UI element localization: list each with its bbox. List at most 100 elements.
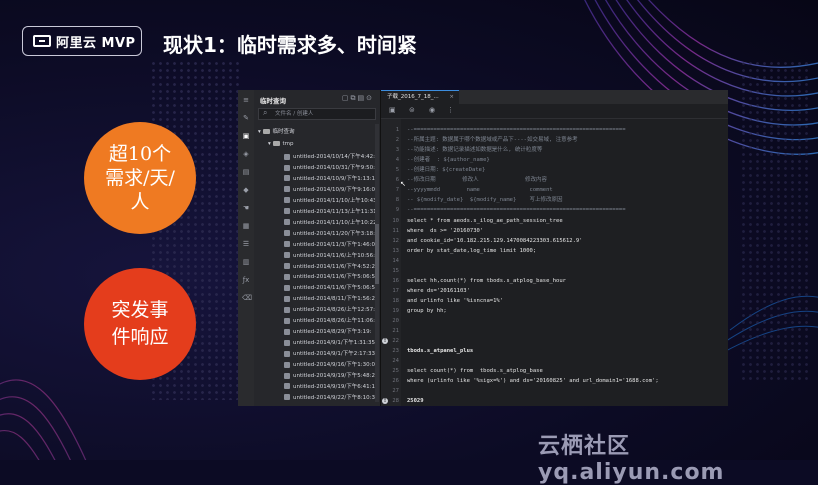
lock-icon[interactable]: ⊜ bbox=[409, 106, 415, 114]
sql-file-icon bbox=[284, 328, 290, 335]
grid-icon[interactable]: ▦ bbox=[242, 222, 250, 230]
resource-icon[interactable]: ◆ bbox=[242, 186, 250, 194]
code-line: --创建者 : ${author_name} bbox=[407, 157, 490, 164]
file-name: untitled-2014/11/6/下午5:06:5 bbox=[293, 274, 375, 281]
function-icon[interactable]: ƒx bbox=[242, 276, 250, 284]
sql-file-icon bbox=[284, 284, 290, 291]
panel-actions[interactable]: ▢⧉▤⊙ bbox=[342, 94, 374, 103]
scrollbar-thumb[interactable] bbox=[375, 224, 379, 284]
tree-file-item[interactable]: untitled-2014/11/6/下午5:06:5 bbox=[284, 273, 375, 281]
line-number: 26 bbox=[392, 378, 399, 385]
tree-file-item[interactable]: untitled-2014/10/9/下午1:13:1! bbox=[284, 175, 377, 183]
sql-file-icon bbox=[284, 230, 290, 237]
tree-file-item[interactable]: untitled-2014/10/31/下午9:50: bbox=[284, 164, 375, 172]
tree-file-item[interactable]: untitled-2014/11/10/上午10:43 bbox=[284, 197, 377, 205]
file-name: untitled-2014/11/6/下午5:06:5 bbox=[293, 285, 375, 292]
code-line: order by stat_date,log_time limit 1000; bbox=[407, 247, 537, 254]
tree-file-item[interactable]: untitled-2014/9/1/下午2:17:33 bbox=[284, 350, 375, 358]
tree-folder-label: tmp bbox=[282, 141, 294, 147]
editor-tab-bar: 子载_2016_7_18_... × bbox=[381, 90, 728, 104]
tree-scrollbar[interactable] bbox=[375, 124, 379, 402]
code-line: -- ${modify_date} ${modify_name} 写上修改原因 bbox=[407, 197, 563, 204]
bubble-line: 超10个 bbox=[108, 143, 172, 165]
menu-icon[interactable]: ≡ bbox=[242, 96, 250, 104]
table-icon[interactable]: ▤ bbox=[242, 168, 250, 176]
code-line: --yyyymmdd name comment bbox=[407, 187, 553, 194]
tree-file-item[interactable]: untitled-2014/8/29/下午3:19: bbox=[284, 328, 371, 336]
aliyun-logo-icon bbox=[33, 35, 51, 47]
line-number: 13 bbox=[392, 247, 399, 254]
file-search-input[interactable]: 文件名 / 创建人 bbox=[258, 108, 376, 120]
folder-icon bbox=[272, 141, 280, 146]
sql-file-icon bbox=[284, 273, 290, 280]
sql-file-icon bbox=[284, 208, 290, 215]
code-line: --创建日期: ${createDate} bbox=[407, 167, 486, 174]
ide-screenshot: ≡ ✎ ▣ ◈ ▤ ◆ ☚ ▦ ☰ ▥ ƒx ⌫ 临时查询 ▢⧉▤⊙ 文件名 /… bbox=[238, 90, 728, 406]
sql-file-icon bbox=[284, 186, 290, 193]
tree-file-item[interactable]: untitled-2014/9/19/下午6:41:1 bbox=[284, 383, 375, 391]
tab-active-script[interactable]: 子载_2016_7_18_... × bbox=[381, 90, 459, 104]
file-name: untitled-2014/11/10/上午10:43 bbox=[293, 197, 377, 204]
tree-file-item[interactable]: untitled-2014/11/6/下午5:06:5 bbox=[284, 284, 375, 292]
list-icon[interactable]: ☰ bbox=[242, 240, 250, 248]
package-icon[interactable]: ◈ bbox=[242, 150, 250, 158]
line-number: 27 bbox=[392, 388, 399, 395]
tree-file-item[interactable]: untitled-2014/10/9/下午9:16:0 bbox=[284, 186, 375, 194]
code-editor[interactable]: 1 --=====================================… bbox=[381, 119, 728, 406]
tree-file-item[interactable]: untitled-2014/11/20/下午3:18: bbox=[284, 230, 375, 238]
file-name: untitled-2014/11/6/上午10:56: bbox=[293, 252, 375, 259]
file-name: untitled-2014/9/19/下午5:48:2 bbox=[293, 373, 375, 379]
bubble-many-requests: 超10个 需求/天/ 人 bbox=[84, 122, 196, 234]
code-line: --修改日期 修改人 修改内容 bbox=[407, 177, 547, 184]
tree-file-item[interactable]: untitled-2014/11/6/下午4:52:2 bbox=[284, 263, 375, 271]
tree-file-item[interactable]: untitled-2014/9/19/下午5:48:2 bbox=[284, 372, 375, 380]
tree-file-item[interactable]: untitled-2014/8/26/上午12:57: bbox=[284, 306, 375, 314]
line-number: 18 bbox=[392, 297, 399, 304]
sql-file-icon bbox=[284, 241, 290, 248]
query-icon[interactable]: ✎ bbox=[242, 114, 250, 122]
line-number: 10 bbox=[392, 217, 399, 224]
sql-file-icon bbox=[284, 317, 290, 324]
tree-file-item[interactable]: untitled-2014/9/22/下午8:10:3 bbox=[284, 394, 375, 402]
sql-file-icon bbox=[284, 153, 290, 160]
save-icon[interactable]: ▣ bbox=[389, 106, 396, 114]
sql-file-icon bbox=[284, 252, 290, 259]
tree-root[interactable]: ▾ 临时查询 bbox=[258, 128, 295, 136]
code-line: and cookie_id='10.182.215.129.1470084223… bbox=[407, 237, 583, 244]
tree-file-item[interactable]: untitled-2014/11/6/上午10:56: bbox=[284, 252, 375, 260]
tree-file-item[interactable]: untitled-2014/11/13/上午11:31: bbox=[284, 208, 378, 216]
code-line: select count(*) from tbods.s_atplog_base bbox=[407, 368, 543, 375]
bubble-line: 突发事 bbox=[111, 299, 169, 321]
sql-file-icon bbox=[284, 361, 290, 368]
line-number: 19 bbox=[392, 307, 399, 314]
line-number: 12 bbox=[392, 237, 399, 244]
sql-file-icon bbox=[284, 175, 290, 182]
file-tree-panel: 临时查询 ▢⧉▤⊙ 文件名 / 创建人 ▾ 临时查询 ▾ tmp untitled-… bbox=[254, 90, 381, 406]
activity-rail: ≡ ✎ ▣ ◈ ▤ ◆ ☚ ▦ ☰ ▥ ƒx ⌫ bbox=[238, 90, 254, 406]
code-line: where (urlinfo like '%sigx=%') and ds='2… bbox=[407, 378, 659, 385]
view-icon[interactable]: ▥ bbox=[242, 258, 250, 266]
tree-file-item[interactable]: untitled-2014/9/1/下午1:31:35 bbox=[284, 339, 375, 347]
tree-file-item[interactable]: untitled-2014/9/16/下午1:30:0 bbox=[284, 361, 375, 369]
temp-query-icon[interactable]: ▣ bbox=[242, 132, 250, 140]
file-name: untitled-2014/11/10/上午10:22 bbox=[293, 219, 377, 226]
line-number: 25 bbox=[392, 368, 399, 375]
code-line: --功能描述: 数据记录描述如数据是什么, 统计粒度等 bbox=[407, 147, 543, 154]
stop-icon[interactable]: ◉ bbox=[429, 106, 435, 114]
tree-file-item[interactable]: untitled-2014/11/3/下午1:46:0 bbox=[284, 241, 375, 249]
tree-file-item[interactable]: untitled-2014/10/14/下午4:42: bbox=[284, 153, 375, 161]
code-line: --======================================… bbox=[407, 207, 626, 214]
trash-icon[interactable]: ⌫ bbox=[242, 294, 252, 302]
code-line: select * from aeods.s_ilog_ae_path_sessi… bbox=[407, 217, 563, 224]
file-name: untitled-2014/8/26/上午12:57: bbox=[293, 307, 375, 314]
more-icon[interactable]: ⋮ bbox=[447, 106, 454, 114]
close-icon[interactable]: × bbox=[449, 91, 454, 103]
sql-file-icon bbox=[284, 219, 290, 226]
tree-file-item[interactable]: untitled-2014/11/10/上午10:22 bbox=[284, 219, 377, 227]
panel-title: 临时查询 bbox=[260, 97, 286, 105]
line-number: 2 bbox=[395, 137, 399, 144]
tree-file-item[interactable]: untitled-2014/8/26/上午11:06: bbox=[284, 317, 375, 325]
tree-folder-tmp[interactable]: ▾ tmp bbox=[268, 140, 294, 148]
hand-icon[interactable]: ☚ bbox=[242, 204, 250, 212]
tree-file-item[interactable]: untitled-2014/8/11/下午1:56:2 bbox=[284, 295, 375, 303]
